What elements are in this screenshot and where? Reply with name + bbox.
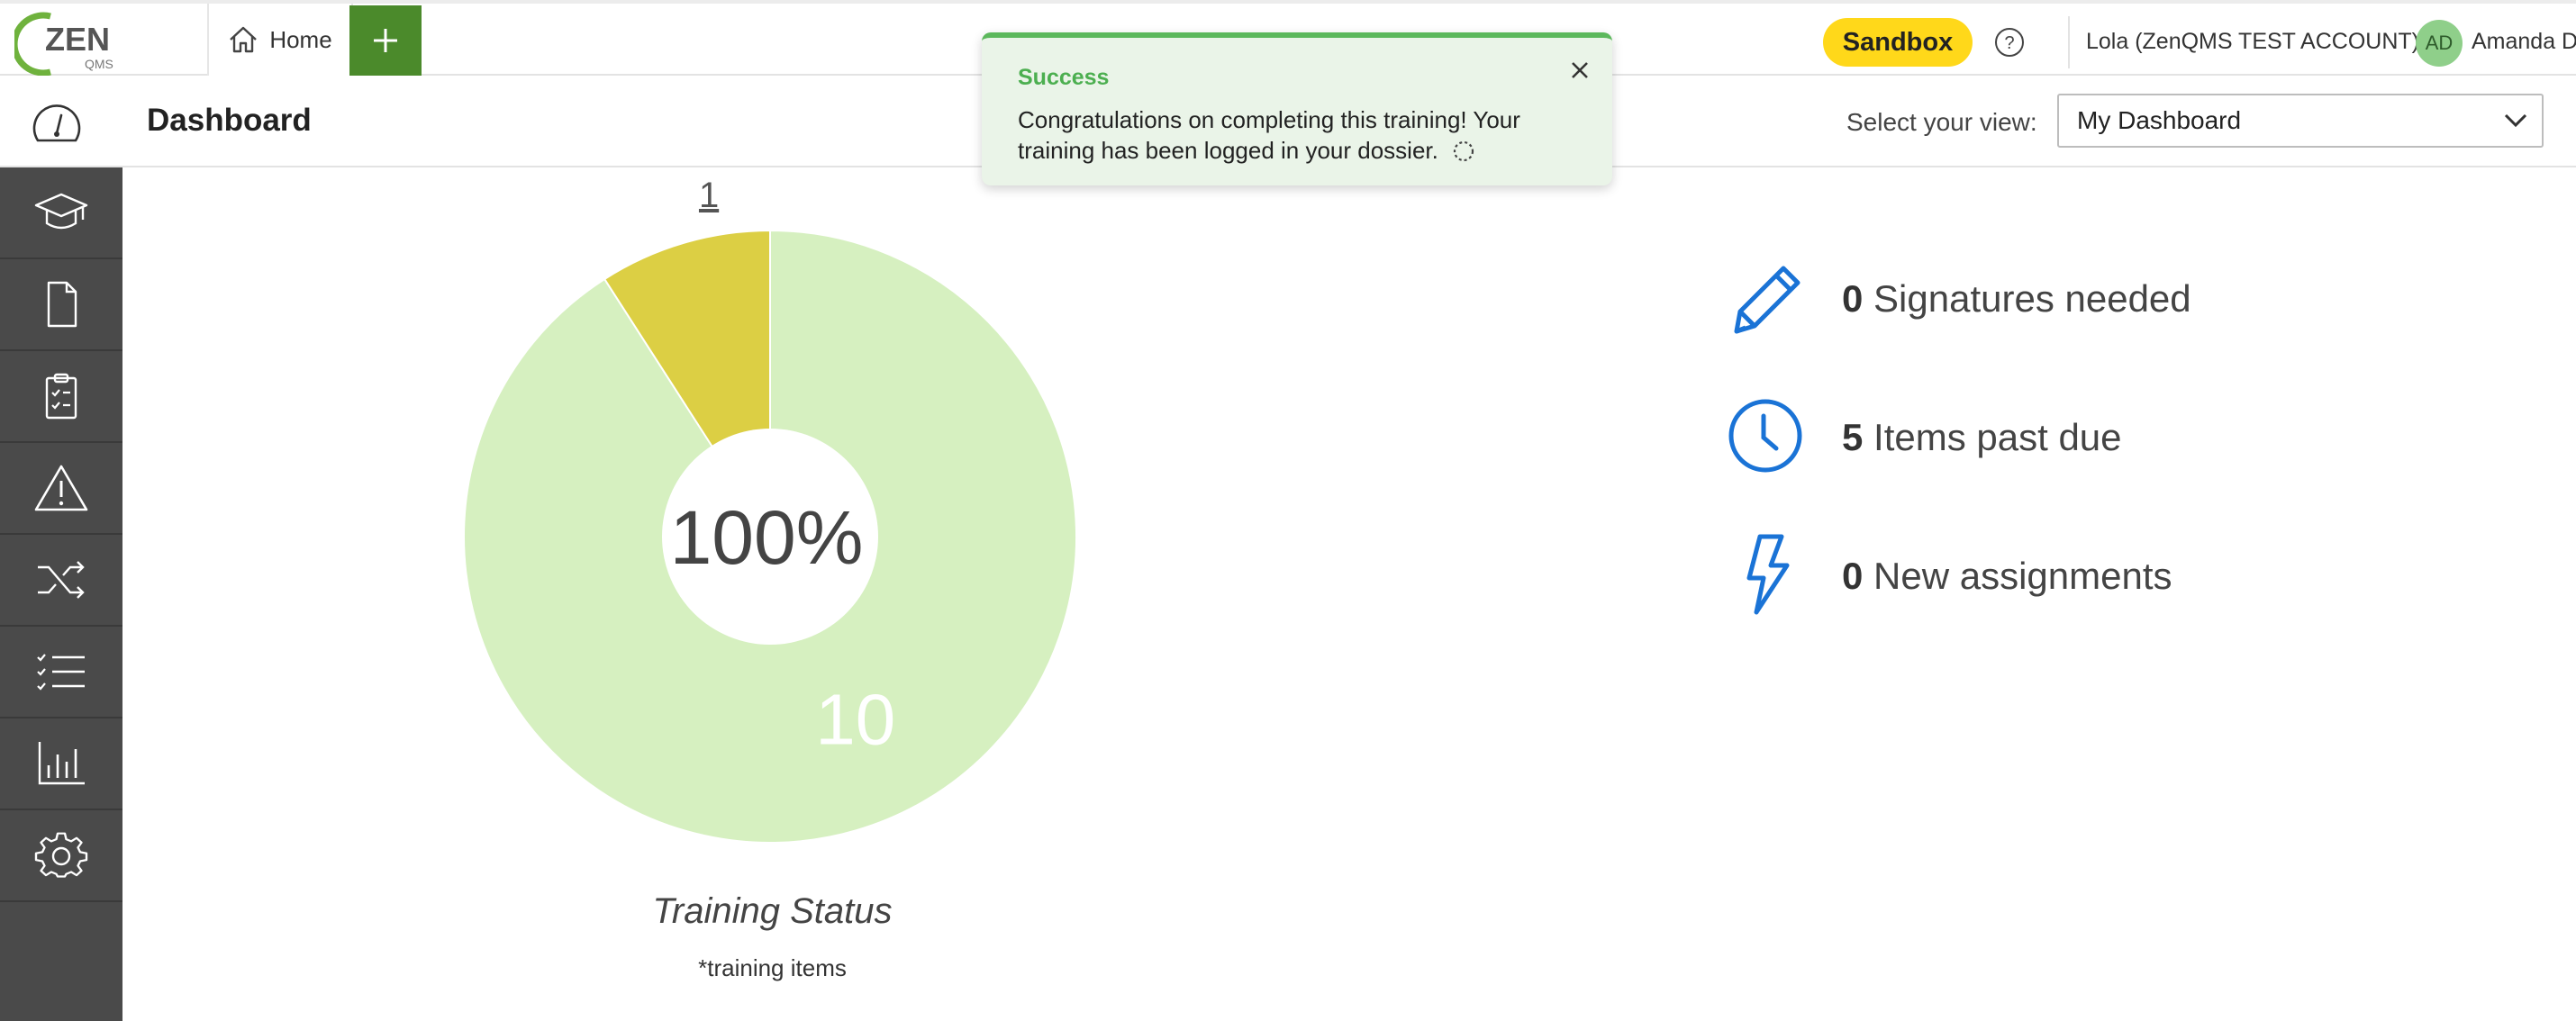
chart-title: Training Status bbox=[652, 891, 893, 931]
zenqms-logo[interactable]: ZEN QMS bbox=[14, 9, 119, 76]
stat-count: 0 bbox=[1842, 277, 1864, 320]
user-name[interactable]: Amanda D bbox=[2472, 29, 2576, 55]
view-select-value: My Dashboard bbox=[2077, 106, 2242, 134]
tab-home[interactable]: Home bbox=[207, 4, 353, 76]
stat-count: 5 bbox=[1842, 416, 1864, 458]
training-status-chart: 10 1 100% bbox=[450, 171, 1099, 882]
spinner-icon bbox=[1454, 140, 1474, 162]
svg-text:?: ? bbox=[2004, 33, 2014, 53]
dashboard-gauge-icon[interactable] bbox=[31, 101, 83, 148]
lightning-icon bbox=[1746, 534, 1790, 615]
stat-label: New assignments bbox=[1873, 555, 2172, 597]
stat-new-assignments[interactable]: 0 New assignments bbox=[1720, 529, 2172, 619]
sidebar-item-documents[interactable] bbox=[0, 259, 122, 351]
logo-sub: QMS bbox=[85, 57, 113, 71]
chart-subtitle: *training items bbox=[698, 954, 847, 981]
topbar-divider bbox=[2068, 16, 2070, 68]
pie-value-label: 10 bbox=[815, 680, 895, 760]
sandbox-badge[interactable]: Sandbox bbox=[1823, 18, 1973, 67]
stat-count: 0 bbox=[1842, 555, 1864, 597]
shuffle-icon bbox=[38, 561, 85, 599]
logo-text: ZEN bbox=[45, 21, 110, 58]
sidebar-item-training[interactable] bbox=[0, 167, 122, 259]
pie-center-label: 100% bbox=[670, 495, 864, 580]
clipboard-check-icon bbox=[45, 373, 77, 420]
pie-value-label[interactable]: 1 bbox=[699, 176, 719, 215]
toast-title: Success bbox=[1018, 65, 1110, 90]
home-icon bbox=[230, 26, 258, 53]
page-title: Dashboard bbox=[147, 103, 312, 138]
stat-label: Items past due bbox=[1873, 416, 2122, 458]
add-new-button[interactable] bbox=[349, 5, 422, 76]
success-toast: Success Congratulations on completing th… bbox=[982, 32, 1612, 185]
stat-label: Signatures needed bbox=[1873, 277, 2191, 320]
document-icon bbox=[47, 281, 77, 328]
plus-icon bbox=[374, 29, 397, 52]
bar-chart-icon bbox=[38, 742, 85, 785]
account-switcher[interactable]: Lola (ZenQMS TEST ACCOUNT) bbox=[2086, 29, 2419, 55]
close-icon[interactable] bbox=[1567, 58, 1592, 83]
stat-signatures-needed[interactable]: 0 Signatures needed bbox=[1720, 252, 2191, 342]
sidebar-item-reports[interactable] bbox=[0, 718, 122, 810]
help-icon[interactable]: ? bbox=[1994, 27, 2025, 58]
chevron-down-icon bbox=[2504, 113, 2527, 128]
view-select-label: Select your view: bbox=[1846, 108, 2037, 136]
sidebar-item-deviations[interactable] bbox=[0, 443, 122, 535]
sidebar-item-settings[interactable] bbox=[0, 810, 122, 902]
sidebar-item-audits[interactable] bbox=[0, 351, 122, 443]
pencil-icon bbox=[1734, 266, 1800, 334]
training-status-pie: 10 1 100% bbox=[463, 176, 1077, 844]
tab-home-label: Home bbox=[269, 25, 332, 53]
gear-icon bbox=[34, 832, 88, 878]
toast-message: Congratulations on completing this train… bbox=[1018, 106, 1520, 164]
avatar[interactable]: AD bbox=[2416, 20, 2463, 67]
sidebar-item-tasks[interactable] bbox=[0, 627, 122, 718]
sidebar-item-change-control[interactable] bbox=[0, 535, 122, 627]
graduation-cap-icon bbox=[34, 193, 88, 230]
view-select[interactable]: My Dashboard bbox=[2057, 94, 2544, 148]
warning-icon bbox=[34, 465, 88, 511]
checklist-icon bbox=[37, 654, 85, 691]
sidebar bbox=[0, 167, 122, 1021]
clock-icon bbox=[1728, 399, 1802, 473]
stat-items-past-due[interactable]: 5 Items past due bbox=[1720, 391, 2122, 481]
